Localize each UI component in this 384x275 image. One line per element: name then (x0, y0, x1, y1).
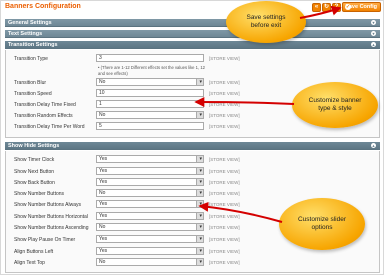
scope-label: [STORE VIEW] (209, 214, 240, 219)
setting-label: Show Number Buttons Ascending (14, 225, 89, 231)
page-header: Banners Configuration « ↻ ? ✓ Save Config (0, 0, 384, 15)
back-icon[interactable]: « (312, 3, 321, 12)
scope-label: [STORE VIEW] (209, 80, 240, 85)
section-title: Show Hide Settings (8, 143, 60, 149)
scope-label: [STORE VIEW] (209, 225, 240, 230)
setting-select[interactable]: No (96, 78, 204, 86)
scope-label: [STORE VIEW] (209, 157, 240, 162)
setting-select[interactable]: Yes (96, 178, 204, 186)
setting-select[interactable]: No (96, 189, 204, 197)
settings-row: Show Timer Clock Yes [STORE VIEW] (6, 155, 379, 165)
callout-text: Save settings before exit (246, 14, 286, 29)
page-title: Banners Configuration (5, 3, 81, 10)
setting-label: Show Timer Clock (14, 157, 55, 163)
collapse-icon: ▴ (371, 143, 376, 148)
setting-select[interactable]: Yes (96, 247, 204, 255)
scope-label: [STORE VIEW] (209, 237, 240, 242)
setting-input[interactable]: 1 (96, 100, 204, 108)
section-show-hide-settings[interactable]: Show Hide Settings ▴ (5, 142, 380, 150)
setting-select[interactable]: Yes (96, 167, 204, 175)
section-title: General Settings (8, 20, 52, 26)
setting-select[interactable]: Yes (96, 212, 204, 220)
callout-banner-type: Customize banner type & style (292, 82, 378, 128)
setting-select[interactable]: Yes (96, 235, 204, 243)
settings-row: Transition Type 3 [STORE VIEW] • (There are… (6, 54, 379, 76)
save-config-button[interactable]: ✓ Save Config (342, 2, 381, 12)
setting-label: Align Text Top (14, 260, 45, 266)
callout-text: Customize banner type & style (308, 97, 362, 112)
setting-input[interactable]: 10 (96, 89, 204, 97)
section-transition-settings[interactable]: Transition Settings ▴ (5, 41, 380, 49)
reset-icon[interactable]: ↻ (322, 3, 331, 12)
section-text-settings[interactable]: Text Settings ▾ (5, 30, 380, 38)
expand-icon: ▾ (371, 31, 376, 36)
section-title: Transition Settings (8, 42, 58, 48)
section-title: Text Settings (8, 31, 43, 37)
setting-label: Transition Type (14, 56, 48, 62)
setting-label: Transition Delay Time Per Word (14, 124, 85, 130)
setting-label: Show Play Pause On Timer (14, 237, 76, 243)
setting-select[interactable]: No (96, 258, 204, 266)
config-page: Banners Configuration « ↻ ? ✓ Save Config… (0, 0, 384, 275)
setting-select[interactable]: Yes (96, 200, 204, 208)
setting-note: • (There are 1-12 Different effects set … (98, 65, 205, 76)
scope-label: [STORE VIEW] (209, 191, 240, 196)
scope-label: [STORE VIEW] (209, 180, 240, 185)
setting-label: Align Buttons Left (14, 249, 54, 255)
help-icon[interactable]: ? (332, 3, 341, 12)
setting-label: Transition Speed (14, 91, 52, 97)
scope-label: [STORE VIEW] (209, 124, 240, 129)
expand-icon: ▾ (371, 20, 376, 25)
callout-slider-options: Customize slider options (279, 198, 365, 250)
setting-label: Show Number Buttons Horizontal (14, 214, 88, 220)
setting-label: Transition Random Effects (14, 113, 73, 119)
scope-label: [STORE VIEW] (209, 113, 240, 118)
setting-label: Show Back Button (14, 180, 55, 186)
setting-label: Transition Blur (14, 80, 47, 86)
setting-label: Show Number Buttons Always (14, 202, 81, 208)
scope-label: [STORE VIEW] (209, 102, 240, 107)
scope-label: [STORE VIEW] (209, 260, 240, 265)
settings-row: Show Back Button Yes [STORE VIEW] (6, 178, 379, 188)
callout-save-settings: Save settings before exit (226, 1, 306, 43)
scope-label: [STORE VIEW] (209, 249, 240, 254)
section-general-settings[interactable]: General Settings ▾ (5, 19, 380, 27)
settings-row: Show Next Button Yes [STORE VIEW] (6, 167, 379, 177)
settings-row: Align Text Top No [STORE VIEW] (6, 258, 379, 268)
scope-label: [STORE VIEW] (209, 169, 240, 174)
collapse-icon: ▴ (371, 42, 376, 47)
setting-select[interactable]: No (96, 111, 204, 119)
setting-label: Show Number Buttons (14, 191, 65, 197)
callout-text: Customize slider options (297, 216, 347, 231)
setting-label: Show Next Button (14, 169, 55, 175)
scope-label: [STORE VIEW] (209, 91, 240, 96)
setting-input[interactable]: 5 (96, 122, 204, 130)
scope-label: [STORE VIEW] (209, 56, 240, 61)
setting-input[interactable]: 3 (96, 54, 204, 62)
save-icon: ✓ (345, 4, 351, 10)
setting-select[interactable]: Yes (96, 155, 204, 163)
scope-label: [STORE VIEW] (209, 202, 240, 207)
setting-select[interactable]: No (96, 223, 204, 231)
setting-label: Transition Delay Time Fixed (14, 102, 76, 108)
